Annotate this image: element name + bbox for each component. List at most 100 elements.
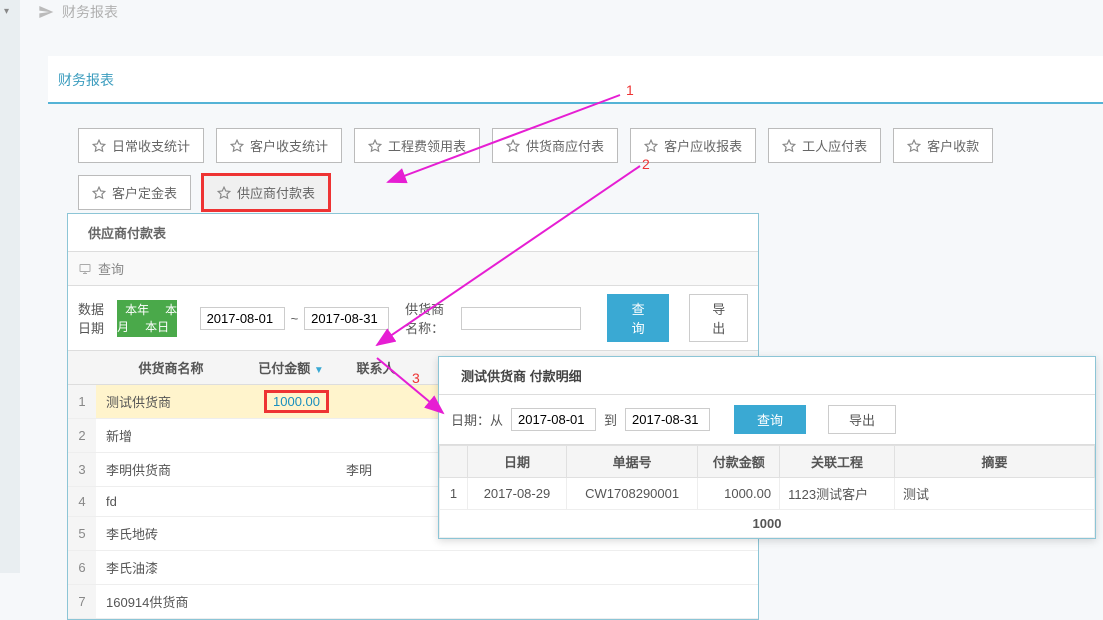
detail-date-from[interactable]	[511, 408, 596, 431]
cell-amount	[246, 551, 336, 585]
tag-label: 工人应付表	[802, 136, 867, 155]
star-icon	[782, 139, 796, 153]
row-index: 3	[68, 453, 96, 487]
tag-btn-4[interactable]: 客户应收报表	[630, 128, 756, 163]
cell-addr	[496, 585, 758, 619]
dcol-memo[interactable]: 摘要	[895, 446, 1095, 478]
export-button[interactable]: 导出	[689, 294, 748, 342]
star-icon	[92, 139, 106, 153]
tag-btn-2[interactable]: 工程费领用表	[354, 128, 480, 163]
date-label: 数据日期	[78, 299, 111, 337]
cell-contact	[336, 585, 416, 619]
drow-idx: 1	[440, 478, 468, 510]
tag-btn-r2-1[interactable]: 供应商付款表	[203, 175, 329, 210]
detail-panel: 测试供货商 付款明细 日期：从 到 查询 导出 日期 单据号 付款金额 关联工程…	[438, 356, 1096, 539]
star-icon	[368, 139, 382, 153]
cell-name: 李氏地砖	[96, 517, 246, 551]
tag-label: 工程费领用表	[388, 136, 466, 155]
tag-btn-6[interactable]: 客户收款	[893, 128, 993, 163]
cell-contact	[336, 419, 416, 453]
supplier-name-label: 供货商名称：	[405, 299, 455, 337]
detail-date-to[interactable]	[625, 408, 710, 431]
cell-name: 测试供货商	[96, 385, 246, 419]
cell-name: 160914供货商	[96, 585, 246, 619]
detail-title: 测试供货商 付款明细	[439, 357, 1095, 395]
drow-memo: 测试	[895, 478, 1095, 510]
filter-row: 数据日期 本年本月本日 ~ 供货商名称： 查询 导出	[68, 286, 758, 351]
sort-desc-icon: ▼	[314, 365, 324, 376]
tag-btn-1[interactable]: 客户收支统计	[216, 128, 342, 163]
cell-contact	[336, 517, 416, 551]
tag-label: 客户应收报表	[664, 136, 742, 155]
row-index: 1	[68, 385, 96, 419]
drow-date: 2017-08-29	[468, 478, 567, 510]
cell-amount	[246, 419, 336, 453]
drow-proj: 1123测试客户	[780, 478, 895, 510]
detail-table: 日期 单据号 付款金额 关联工程 摘要 12017-08-29CW1708290…	[439, 445, 1095, 538]
cell-amount	[246, 453, 336, 487]
tag-button-row-2: 客户定金表 供应商付款表	[48, 163, 1103, 210]
row-index: 6	[68, 551, 96, 585]
table-row[interactable]: 6李氏油漆	[68, 551, 758, 585]
cell-addr	[496, 551, 758, 585]
panel-title: 供应商付款表	[68, 214, 758, 252]
tag-label: 日常收支统计	[112, 136, 190, 155]
row-index: 4	[68, 487, 96, 517]
date-sep: ~	[291, 311, 299, 326]
cell-phone	[416, 585, 496, 619]
star-icon	[644, 139, 658, 153]
cell-amount	[246, 487, 336, 517]
date-to-input[interactable]	[304, 307, 389, 330]
detail-query-button[interactable]: 查询	[734, 405, 806, 434]
dcol-proj[interactable]: 关联工程	[780, 446, 895, 478]
cell-name: fd	[96, 487, 246, 517]
star-icon	[92, 186, 106, 200]
detail-filter: 日期：从 到 查询 导出	[439, 395, 1095, 445]
cell-phone	[416, 551, 496, 585]
row-index: 2	[68, 419, 96, 453]
tag-button-row: 日常收支统计 客户收支统计 工程费领用表 供货商应付表 客户应收报表 工人应付表 客户收款	[48, 104, 1103, 163]
detail-row[interactable]: 12017-08-29CW17082900011000.001123测试客户测试	[440, 478, 1095, 510]
tag-btn-5[interactable]: 工人应付表	[768, 128, 881, 163]
col-amount[interactable]: 已付金额 ▼	[246, 351, 336, 385]
tag-label: 客户定金表	[112, 183, 177, 202]
date-from-input[interactable]	[200, 307, 285, 330]
tag-btn-r2-0[interactable]: 客户定金表	[78, 175, 191, 210]
tag-label: 客户收款	[927, 136, 979, 155]
detail-export-button[interactable]: 导出	[828, 405, 896, 434]
row-index: 5	[68, 517, 96, 551]
cell-amount	[246, 517, 336, 551]
cell-name: 李明供货商	[96, 453, 246, 487]
card: 财务报表 日常收支统计 客户收支统计 工程费领用表 供货商应付表 客户应收报表 工人应付表…	[48, 56, 1103, 210]
dcol-no[interactable]: 单据号	[566, 446, 697, 478]
col-contact[interactable]: 联系人	[336, 351, 416, 385]
cell-name: 新增	[96, 419, 246, 453]
star-icon	[506, 139, 520, 153]
detail-sum: 1000	[440, 510, 1095, 538]
query-label: 查询	[98, 259, 124, 278]
supplier-name-input[interactable]	[461, 307, 581, 330]
cell-contact: 李明	[336, 453, 416, 487]
plane-icon	[38, 4, 54, 20]
cell-name: 李氏油漆	[96, 551, 246, 585]
query-button[interactable]: 查询	[607, 294, 670, 342]
monitor-icon	[78, 263, 92, 275]
tag-label: 客户收支统计	[250, 136, 328, 155]
dcol-date[interactable]: 日期	[468, 446, 567, 478]
tag-btn-3[interactable]: 供货商应付表	[492, 128, 618, 163]
card-title: 财务报表	[48, 56, 1103, 104]
page-header: 财务报表	[38, 2, 118, 22]
panel-subbar: 查询	[68, 252, 758, 286]
tag-label: 供应商付款表	[237, 183, 315, 202]
detail-date-mid: 到	[604, 410, 617, 429]
row-index: 7	[68, 585, 96, 619]
menu-caret-icon[interactable]: ▾	[4, 6, 9, 17]
star-icon	[217, 186, 231, 200]
pill-2[interactable]: 本日	[137, 317, 177, 337]
dcol-amt[interactable]: 付款金额	[698, 446, 780, 478]
cell-contact	[336, 487, 416, 517]
drow-amt: 1000.00	[698, 478, 780, 510]
tag-btn-0[interactable]: 日常收支统计	[78, 128, 204, 163]
col-name[interactable]: 供货商名称	[96, 351, 246, 385]
table-row[interactable]: 7160914供货商	[68, 585, 758, 619]
